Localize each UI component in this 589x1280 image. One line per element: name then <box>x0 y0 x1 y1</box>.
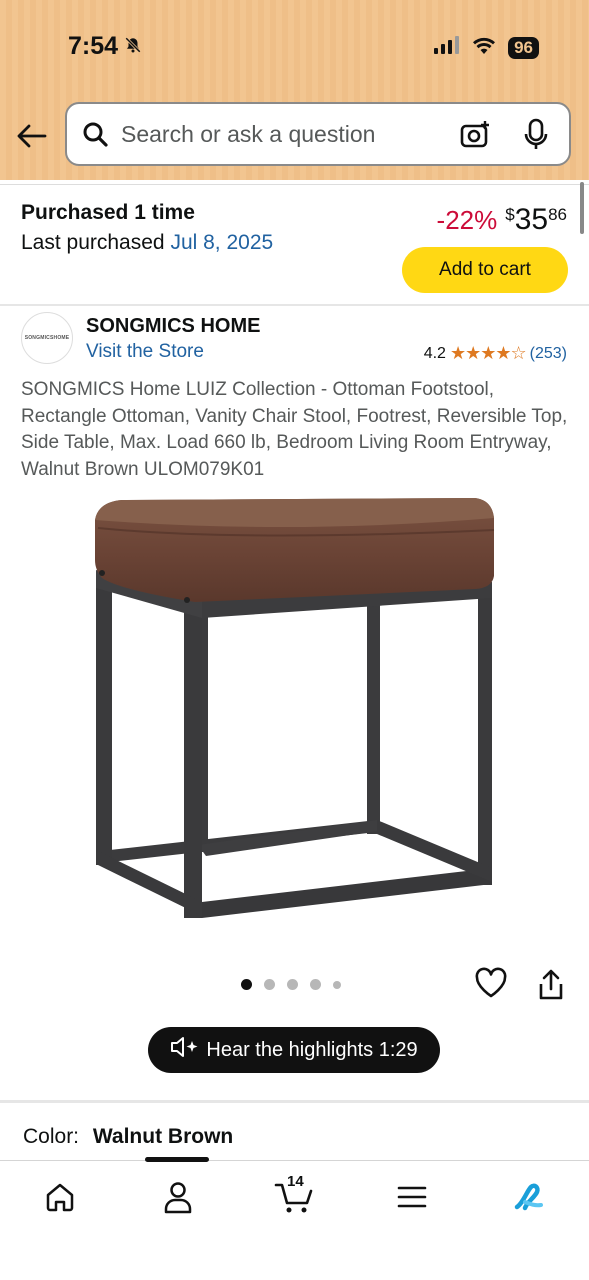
last-purchased: Last purchased Jul 8, 2025 <box>21 231 273 255</box>
discount-percent: -22% <box>436 205 498 235</box>
store-logo[interactable]: SONGMICSHOME <box>21 312 73 364</box>
cart-tab[interactable]: 14 <box>274 1173 314 1219</box>
search-bar[interactable] <box>65 102 571 166</box>
star-rating-icon: ★★★★☆ <box>449 343 527 363</box>
last-purchased-date[interactable]: Jul 8, 2025 <box>170 231 273 254</box>
add-to-cart-button[interactable]: Add to cart <box>402 247 568 293</box>
home-icon <box>44 1181 76 1218</box>
wifi-icon <box>472 36 496 59</box>
carousel-dot[interactable] <box>241 979 252 990</box>
product-title: SONGMICS Home LUIZ Collection - Ottoman … <box>21 379 568 480</box>
section-divider <box>0 304 589 306</box>
visit-store-link[interactable]: Visit the Store <box>86 341 204 363</box>
image-carousel-dots[interactable] <box>241 979 341 990</box>
rating-value: 4.2 <box>423 344 446 362</box>
clock: 7:54 <box>68 32 119 60</box>
speaker-sparkle-icon <box>170 1036 200 1064</box>
color-value: Walnut Brown <box>92 1125 234 1148</box>
carousel-dot[interactable] <box>264 979 275 990</box>
price-whole: 35 <box>514 203 549 236</box>
account-tab[interactable] <box>158 1179 198 1219</box>
product-image[interactable] <box>90 490 500 930</box>
section-divider <box>0 1100 589 1103</box>
rating-count[interactable]: (253) <box>530 345 567 363</box>
price: -22% $ 35 86 <box>437 203 567 237</box>
last-purchased-label: Last purchased <box>21 231 165 254</box>
purchase-history-panel: Purchased 1 time Last purchased Jul 8, 2… <box>0 184 589 304</box>
person-icon <box>163 1180 193 1219</box>
search-icon <box>81 120 109 148</box>
header: 7:54 96 <box>0 0 589 180</box>
brand-name: SONGMICS HOME <box>86 315 261 337</box>
microphone-icon[interactable] <box>523 118 549 157</box>
carousel-dot[interactable] <box>310 979 321 990</box>
back-button[interactable] <box>14 118 50 154</box>
hear-highlights-label: Hear the highlights 1:29 <box>206 1038 418 1061</box>
rating-summary[interactable]: 4.2 ★★★★☆ (253) <box>424 343 567 364</box>
purchased-count: Purchased 1 time <box>21 201 195 224</box>
price-fraction: 86 <box>548 205 567 224</box>
camera-search-icon[interactable] <box>459 119 491 156</box>
status-icons: 96 <box>434 36 539 59</box>
rufus-ai-tab[interactable] <box>508 1179 548 1219</box>
scrollbar[interactable] <box>580 182 584 234</box>
color-selection: Color: Walnut Brown <box>23 1125 233 1149</box>
active-tab-indicator <box>145 1157 209 1162</box>
menu-tab[interactable] <box>392 1179 432 1219</box>
heart-icon[interactable] <box>474 967 508 1004</box>
signal-icon <box>434 36 460 59</box>
price-currency: $ <box>505 205 515 224</box>
battery-indicator: 96 <box>508 36 539 59</box>
search-input[interactable] <box>121 120 441 148</box>
status-time: 7:54 <box>68 32 142 61</box>
rufus-ai-icon <box>511 1181 545 1218</box>
bell-muted-icon <box>124 32 142 61</box>
carousel-dot[interactable] <box>287 979 298 990</box>
share-icon[interactable] <box>536 968 566 1007</box>
hamburger-menu-icon <box>397 1185 427 1214</box>
bottom-navigation: 14 <box>0 1157 589 1280</box>
home-tab[interactable] <box>40 1179 80 1219</box>
cart-count-badge: 14 <box>287 1173 304 1190</box>
carousel-dot[interactable] <box>333 980 341 989</box>
color-label: Color: <box>23 1125 80 1148</box>
hear-highlights-button[interactable]: Hear the highlights 1:29 <box>148 1027 440 1073</box>
